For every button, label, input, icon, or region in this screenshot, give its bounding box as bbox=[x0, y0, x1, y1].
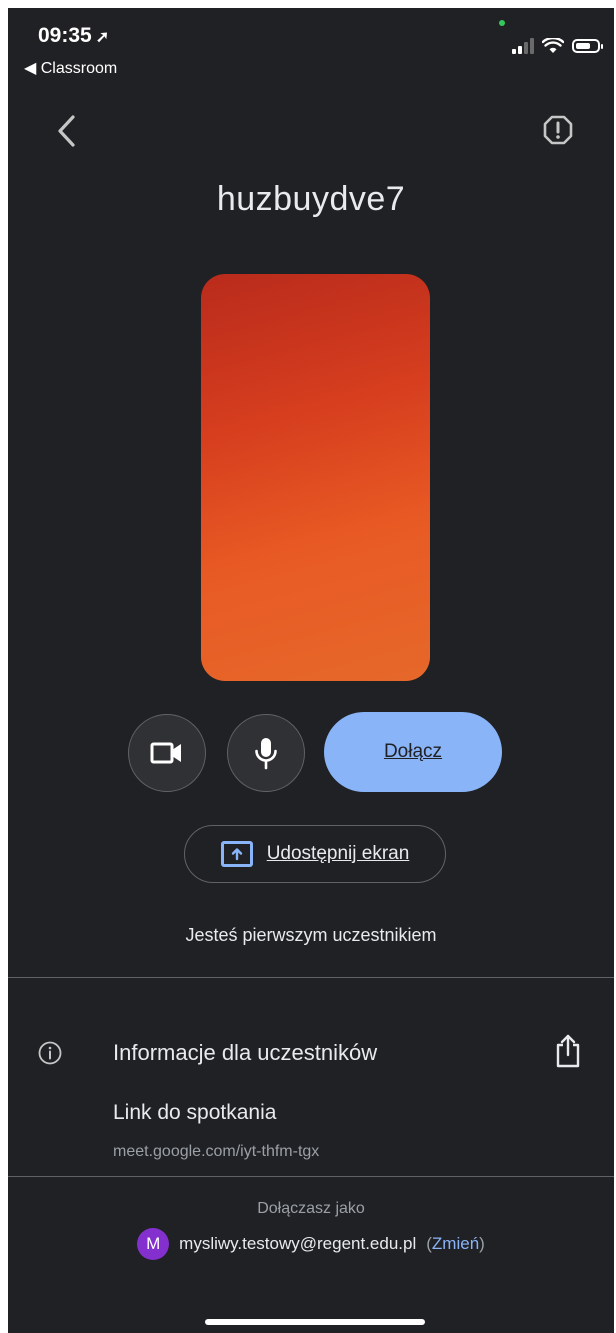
battery-icon bbox=[572, 39, 603, 53]
share-screen-label: Udostępnij ekran bbox=[266, 843, 410, 864]
microphone-icon bbox=[255, 738, 277, 770]
status-icons bbox=[512, 38, 603, 54]
account-email: mysliwy.testowy@regent.edu.pl bbox=[179, 1234, 417, 1253]
chevron-left-icon bbox=[58, 115, 75, 147]
divider bbox=[8, 977, 614, 978]
camera-preview bbox=[201, 274, 430, 681]
home-indicator[interactable] bbox=[205, 1319, 425, 1325]
back-to-app-link[interactable]: ◀ Classroom bbox=[24, 58, 117, 78]
share-screen-button[interactable]: Udostępnij ekran bbox=[184, 825, 446, 883]
clock: 09:35 bbox=[38, 24, 92, 47]
camera-toggle-button[interactable] bbox=[128, 714, 206, 792]
divider bbox=[8, 1176, 614, 1177]
meet-prejoin-screen: 09:35 ➚ ◀ Classroom huzbuydve7 Dołącz Ud… bbox=[8, 8, 614, 1333]
first-participant-text: Jesteś pierwszym uczestnikiem bbox=[185, 925, 437, 945]
back-button[interactable] bbox=[46, 111, 86, 151]
meeting-link-label: Link do spotkania bbox=[113, 1101, 277, 1124]
meeting-code-title: huzbuydve7 bbox=[216, 180, 406, 218]
microphone-toggle-button[interactable] bbox=[227, 714, 305, 792]
share-link-icon[interactable] bbox=[552, 1033, 584, 1069]
account-row: M mysliwy.testowy@regent.edu.pl (Zmień) bbox=[8, 1228, 614, 1260]
location-arrow-icon: ➚ bbox=[95, 29, 110, 46]
info-icon bbox=[38, 1041, 62, 1065]
joining-as-label: Dołączasz jako bbox=[257, 1200, 365, 1217]
present-screen-icon bbox=[220, 841, 253, 867]
avatar: M bbox=[137, 1228, 170, 1260]
video-camera-icon bbox=[150, 742, 181, 764]
report-problem-icon[interactable] bbox=[542, 114, 574, 146]
wifi-icon bbox=[542, 38, 564, 53]
signal-icon bbox=[512, 38, 534, 54]
status-time: 09:35 ➚ bbox=[38, 24, 109, 48]
join-button[interactable]: Dołącz bbox=[324, 712, 502, 792]
participant-info-title: Informacje dla uczestników bbox=[113, 1040, 378, 1065]
change-account-link[interactable]: Zmień bbox=[432, 1234, 479, 1253]
camera-in-use-indicator bbox=[499, 20, 505, 26]
meeting-link-url[interactable]: meet.google.com/iyt-thfm-tgx bbox=[113, 1143, 319, 1161]
